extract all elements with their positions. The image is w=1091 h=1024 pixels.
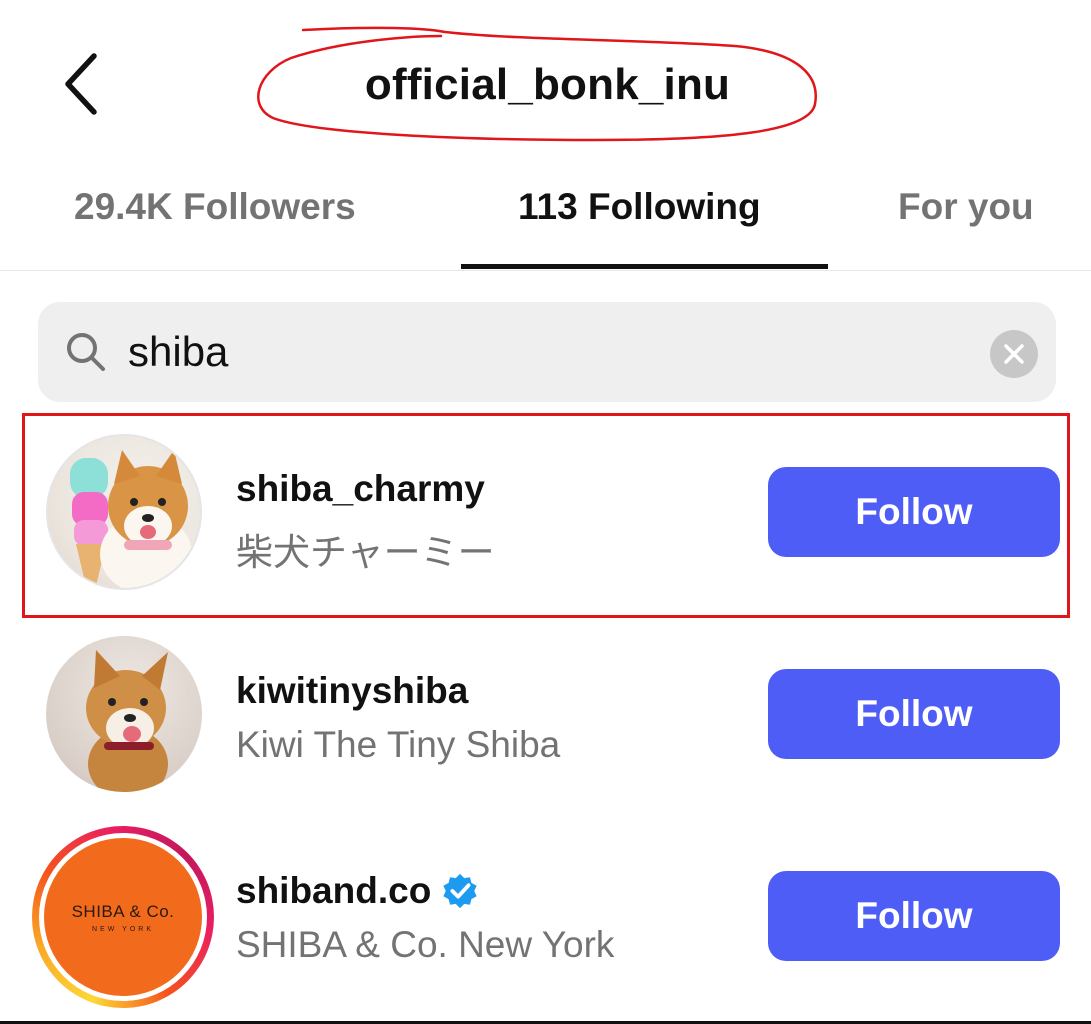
tab-followers[interactable]: 29.4K Followers: [74, 186, 356, 228]
username[interactable]: kiwitinyshiba: [236, 670, 468, 712]
verified-badge-icon: [443, 873, 477, 909]
search-icon: [67, 333, 105, 371]
divider: [0, 270, 1091, 271]
username[interactable]: shiba_charmy: [236, 468, 485, 510]
follow-button[interactable]: Follow: [768, 871, 1060, 961]
list-item[interactable]: shiba_charmy 柴犬チャーミー Follow: [0, 412, 1091, 612]
username-text: kiwitinyshiba: [236, 670, 469, 711]
shiba-dog-image: [86, 650, 168, 792]
follow-button[interactable]: Follow: [768, 669, 1060, 759]
logo-text: SHIBA & Co.: [71, 901, 175, 921]
tab-for-you[interactable]: For you: [898, 186, 1034, 228]
tab-following[interactable]: 113 Following: [518, 186, 761, 228]
story-ring-avatar[interactable]: SHIBA & Co. NEW YORK: [32, 826, 214, 1008]
list-item[interactable]: kiwitinyshiba Kiwi The Tiny Shiba Follow: [0, 614, 1091, 814]
tab-bar: 29.4K Followers 113 Following For you: [0, 180, 1091, 272]
page-title: official_bonk_inu: [364, 60, 731, 109]
following-screen: official_bonk_inu 29.4K Followers 113 Fo…: [0, 0, 1091, 1024]
follow-button[interactable]: Follow: [768, 467, 1060, 557]
username[interactable]: shiband.co: [236, 870, 479, 912]
search-input[interactable]: [128, 326, 958, 378]
avatar[interactable]: [46, 434, 202, 590]
full-name: 柴犬チャーミー: [236, 532, 495, 573]
username-text: shiband.co: [236, 870, 432, 911]
clear-search-button[interactable]: [990, 330, 1038, 378]
logo-subtext: NEW YORK: [92, 925, 154, 933]
avatar[interactable]: [46, 636, 202, 792]
username-text: shiba_charmy: [236, 468, 485, 509]
full-name: Kiwi The Tiny Shiba: [236, 724, 561, 765]
list-item[interactable]: SHIBA & Co. NEW YORK shiband.co SHIBA & …: [0, 814, 1091, 1014]
shiba-dog-image: [70, 450, 192, 588]
active-tab-indicator: [461, 264, 828, 269]
full-name: SHIBA & Co. New York: [236, 924, 615, 965]
close-icon: [1004, 344, 1024, 364]
brand-logo: SHIBA & Co. NEW YORK: [44, 838, 202, 996]
